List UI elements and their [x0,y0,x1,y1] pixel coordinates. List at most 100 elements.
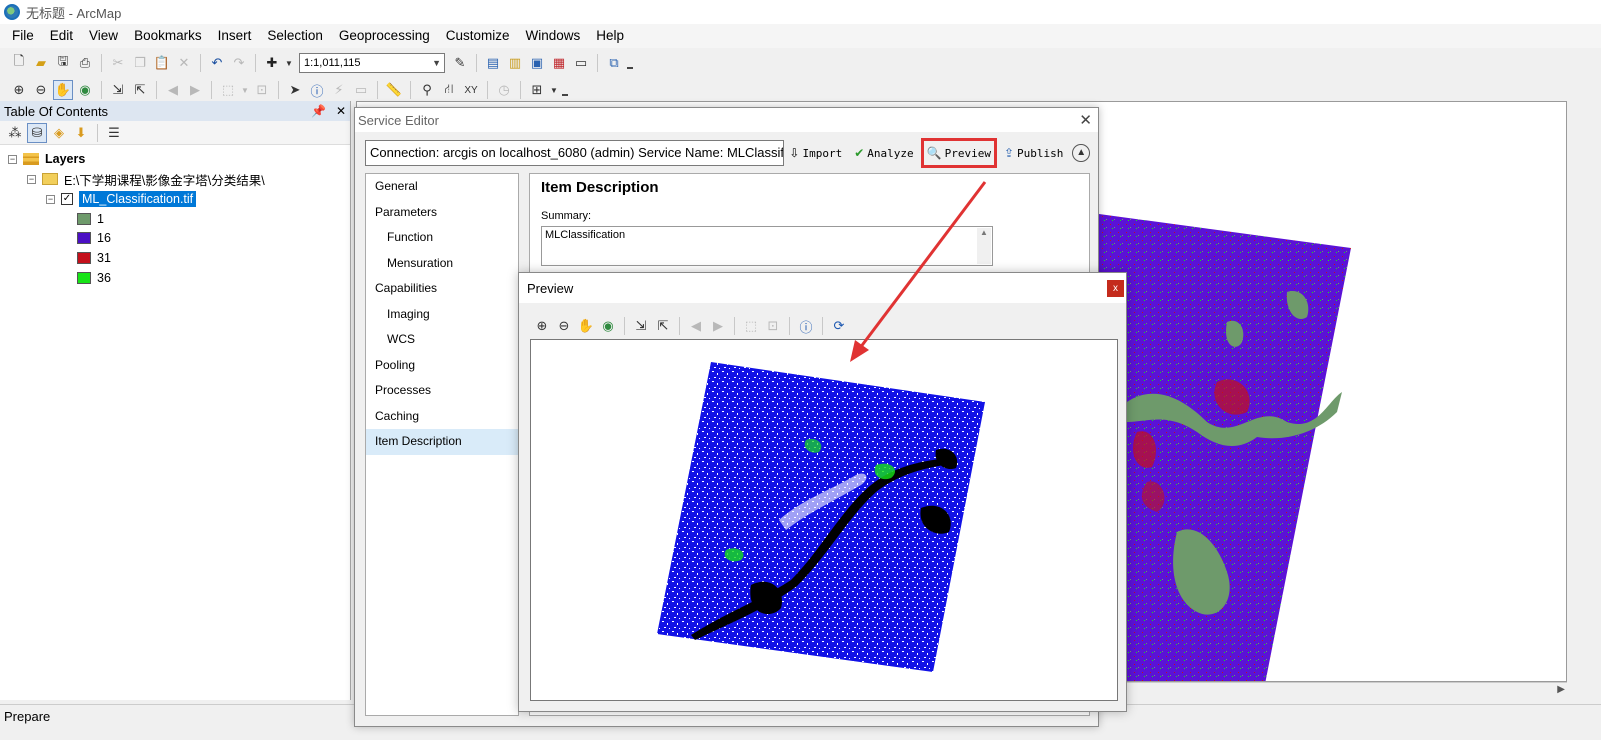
python-window-icon[interactable]: ▭ [571,53,591,73]
refresh-icon[interactable]: ⟳ [829,316,849,336]
menu-help[interactable]: Help [588,24,632,48]
map-horizontal-scrollbar[interactable]: ▶ [1100,682,1567,698]
legend-item[interactable]: 36 [77,269,111,287]
open-folder-icon[interactable]: ▰ [31,53,51,73]
nav-item-pooling[interactable]: Pooling [366,353,518,379]
nav-item-capabilities[interactable]: Capabilities [366,276,518,302]
identify-info-icon[interactable]: ⓘ [307,80,327,100]
scroll-up-icon[interactable]: ▲ [977,228,991,264]
fixed-zoom-in-icon[interactable]: ⇲ [108,80,128,100]
toolbar-options-icon[interactable] [627,57,633,69]
nav-item-wcs[interactable]: WCS [366,327,518,353]
preview-button[interactable]: 🔍 Preview [920,138,997,168]
nav-item-general[interactable]: General [366,174,518,200]
full-extent-globe-icon[interactable]: ◉ [598,316,618,336]
forward-arrow-icon[interactable]: ▶ [708,316,728,336]
nav-item-caching[interactable]: Caching [366,404,518,430]
arctoolbox-icon[interactable]: ▦ [549,53,569,73]
layer-visibility-checkbox[interactable]: ✓ [61,193,73,205]
toolbar-options-icon[interactable] [562,84,568,96]
find-binoculars-icon[interactable]: ⚲ [417,80,437,100]
full-extent-globe-icon[interactable]: ◉ [75,80,95,100]
list-by-source-icon[interactable]: ⛁ [27,122,47,143]
preview-map-canvas[interactable] [530,339,1118,701]
select-elements-cursor-icon[interactable]: ➤ [285,80,305,100]
folder-node[interactable]: − E:\下学期课程\影像金字塔\分类结果\ [27,170,265,188]
nav-item-item-description[interactable]: Item Description [366,429,518,455]
back-arrow-icon[interactable]: ◀ [163,80,183,100]
list-by-visibility-icon[interactable]: ◈ [49,123,69,143]
zoom-out-icon[interactable]: ⊖ [554,316,574,336]
list-by-drawing-order-icon[interactable]: ⁂ [5,123,25,143]
zoom-out-icon[interactable]: ⊖ [31,80,51,100]
nav-item-parameters[interactable]: Parameters [366,200,518,226]
forward-arrow-icon[interactable]: ▶ [185,80,205,100]
table-of-contents-window-icon[interactable]: ▤ [483,53,503,73]
save-icon[interactable]: 🖫 [53,53,73,73]
hyperlink-icon[interactable]: ⚡ [329,80,349,100]
list-by-selection-icon[interactable]: ⬇ [71,123,91,143]
identify-info-icon[interactable]: ⓘ [796,316,816,336]
back-arrow-icon[interactable]: ◀ [686,316,706,336]
collapse-icon[interactable]: − [8,154,17,164]
create-viewer-window-icon[interactable]: ⊞ [527,80,547,100]
layers-node[interactable]: − Layers [8,150,85,168]
pin-icon[interactable]: 📌 [311,104,326,118]
pan-hand-icon[interactable]: ✋ [53,80,73,100]
fixed-zoom-out-icon[interactable]: ⇱ [130,80,150,100]
collapse-icon[interactable]: − [27,174,36,184]
legend-item[interactable]: 16 [77,229,111,247]
zoom-in-icon[interactable]: ⊕ [532,316,552,336]
editor-toolbar-icon[interactable]: ✎ [450,53,470,73]
nav-item-imaging[interactable]: Imaging [366,302,518,328]
fixed-zoom-out-icon[interactable]: ⇱ [653,316,673,336]
redo-icon[interactable]: ↷ [229,53,249,73]
nav-item-mensuration[interactable]: Mensuration [366,251,518,277]
menu-customize[interactable]: Customize [438,24,518,48]
publish-button[interactable]: ⇪ Publish [1001,141,1066,165]
legend-item[interactable]: 31 [77,249,111,267]
scroll-right-icon[interactable]: ▶ [1557,684,1565,695]
menu-view[interactable]: View [81,24,126,48]
menu-selection[interactable]: Selection [259,24,331,48]
raster-layer-node[interactable]: − ✓ ML_Classification.tif [46,190,197,208]
chevron-down-icon[interactable]: ▼ [240,80,250,100]
layer-name[interactable]: ML_Classification.tif [79,191,197,207]
import-button[interactable]: ⇩ Import [786,141,845,165]
undo-icon[interactable]: ↶ [207,53,227,73]
select-features-icon[interactable]: ⬚ [741,316,761,336]
fixed-zoom-in-icon[interactable]: ⇲ [631,316,651,336]
clear-selection-icon[interactable]: ⊡ [252,80,272,100]
time-slider-icon[interactable]: ◷ [494,80,514,100]
search-window-icon[interactable]: ▣ [527,53,547,73]
menu-windows[interactable]: Windows [518,24,589,48]
delete-icon[interactable]: ✕ [174,53,194,73]
print-icon[interactable]: ⎙ [75,53,95,73]
menu-insert[interactable]: Insert [210,24,260,48]
clear-selection-icon[interactable]: ⊡ [763,316,783,336]
analyze-button[interactable]: ✔ Analyze [851,141,916,165]
menu-edit[interactable]: Edit [42,24,81,48]
pan-hand-icon[interactable]: ✋ [576,316,596,336]
catalog-window-icon[interactable]: ▥ [505,53,525,73]
legend-item[interactable]: 1 [77,210,104,228]
menu-file[interactable]: File [4,24,42,48]
chevron-down-icon[interactable]: ▼ [549,80,559,100]
close-icon[interactable]: ✕ [336,104,346,118]
close-icon[interactable]: ✕ [1079,111,1092,129]
measure-ruler-icon[interactable]: 📏 [384,80,404,100]
toc-options-icon[interactable]: ☰ [104,123,124,143]
summary-textarea[interactable]: MLClassification ▲ [541,226,993,266]
chevron-up-icon[interactable]: ▲ [1072,144,1090,162]
map-scale-combobox[interactable]: 1:1,011,115 ▼ [299,53,445,73]
html-popup-icon[interactable]: ▭ [351,80,371,100]
find-route-icon[interactable]: ⛙ [439,80,459,100]
nav-item-function[interactable]: Function [366,225,518,251]
menu-bookmarks[interactable]: Bookmarks [126,24,210,48]
zoom-in-icon[interactable]: ⊕ [9,80,29,100]
copy-icon[interactable]: ❐ [130,53,150,73]
nav-item-processes[interactable]: Processes [366,378,518,404]
collapse-icon[interactable]: − [46,194,55,204]
chevron-down-icon[interactable]: ▼ [284,53,294,73]
cut-icon[interactable]: ✂ [108,53,128,73]
